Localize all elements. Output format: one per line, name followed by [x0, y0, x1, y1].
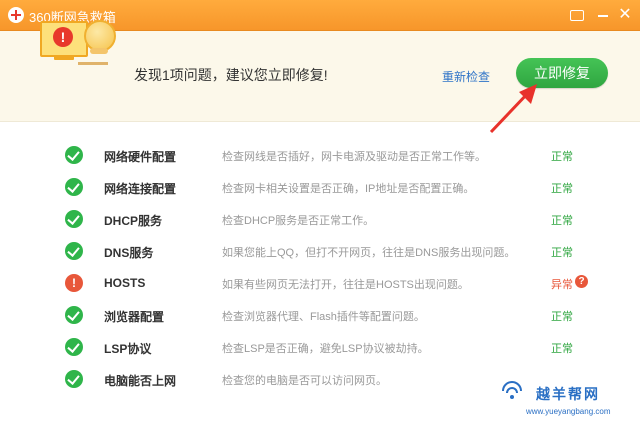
item-status: 正常	[551, 215, 573, 227]
item-status: 异常	[551, 279, 573, 291]
item-name: DNS服务	[104, 246, 154, 260]
check-row-dhcp: DHCP服务 检查DHCP服务是否正常工作。 正常	[0, 203, 640, 235]
question-help-icon[interactable]: ?	[575, 275, 588, 288]
item-name: 网络硬件配置	[104, 150, 177, 164]
recheck-link[interactable]: 重新检查	[442, 68, 490, 85]
item-name: LSP协议	[104, 342, 152, 356]
item-description: 检查网线是否插好，网卡电源及驱动是否正常工作等。	[222, 151, 486, 163]
close-button[interactable]: ✕	[614, 4, 636, 26]
ok-check-icon	[65, 370, 83, 388]
item-name: 网络连接配置	[104, 182, 177, 196]
check-row-browser: 浏览器配置 检查浏览器代理、Flash插件等配置问题。 正常	[0, 299, 640, 331]
network-cable-icon	[78, 62, 108, 65]
check-row-connection: 网络连接配置 检查网卡相关设置是否正确，IP地址是否配置正确。 正常	[0, 171, 640, 203]
item-description: 检查网卡相关设置是否正确，IP地址是否配置正确。	[222, 183, 475, 195]
item-description: 检查DHCP服务是否正常工作。	[222, 215, 375, 227]
minimize-button[interactable]	[592, 4, 614, 26]
item-name: 电脑能否上网	[104, 374, 177, 388]
item-description: 检查浏览器代理、Flash插件等配置问题。	[222, 311, 425, 323]
item-status: 正常	[551, 343, 573, 355]
ok-check-icon	[65, 146, 83, 164]
error-exclamation-icon: !	[65, 274, 83, 292]
item-status: 正常	[551, 151, 573, 163]
site-watermark: 越羊帮网 www.yueyangbang.com	[498, 377, 636, 421]
check-row-lsp: LSP协议 检查LSP是否正确，避免LSP协议被劫持。 正常	[0, 331, 640, 363]
item-name: DHCP服务	[104, 214, 163, 228]
check-row-hosts: ! HOSTS 如果有些网页无法打开，往往是HOSTS出现问题。 异常 ?	[0, 267, 640, 299]
ok-check-icon	[65, 242, 83, 260]
check-row-dns: DNS服务 如果您能上QQ，但打不开网页，往往是DNS服务出现问题。 正常	[0, 235, 640, 267]
monitor-warning-icon: !	[40, 21, 90, 61]
item-description: 检查LSP是否正确，避免LSP协议被劫持。	[222, 343, 429, 355]
scan-result-message: 发现1项问题，建议您立即修复!	[134, 67, 328, 83]
ok-check-icon	[65, 210, 83, 228]
item-description: 检查您的电脑是否可以访问网页。	[222, 375, 387, 387]
watermark-logo-icon	[502, 381, 522, 399]
watermark-url: www.yueyangbang.com	[526, 407, 611, 416]
app-logo-icon	[8, 7, 24, 23]
item-status: 正常	[551, 183, 573, 195]
item-name: HOSTS	[104, 276, 146, 290]
red-arrow-annotation	[489, 84, 537, 134]
globe-base	[90, 48, 108, 54]
feedback-icon[interactable]	[566, 4, 588, 26]
item-description: 如果有些网页无法打开，往往是HOSTS出现问题。	[222, 279, 469, 291]
check-row-hardware: 网络硬件配置 检查网线是否插好，网卡电源及驱动是否正常工作等。 正常	[0, 139, 640, 171]
item-status: 正常	[551, 247, 573, 259]
item-description: 如果您能上QQ，但打不开网页，往往是DNS服务出现问题。	[222, 247, 516, 259]
item-name: 浏览器配置	[104, 310, 165, 324]
ok-check-icon	[65, 178, 83, 196]
ok-check-icon	[65, 338, 83, 356]
watermark-title: 越羊帮网	[536, 386, 600, 402]
item-status: 正常	[551, 311, 573, 323]
ok-check-icon	[65, 306, 83, 324]
